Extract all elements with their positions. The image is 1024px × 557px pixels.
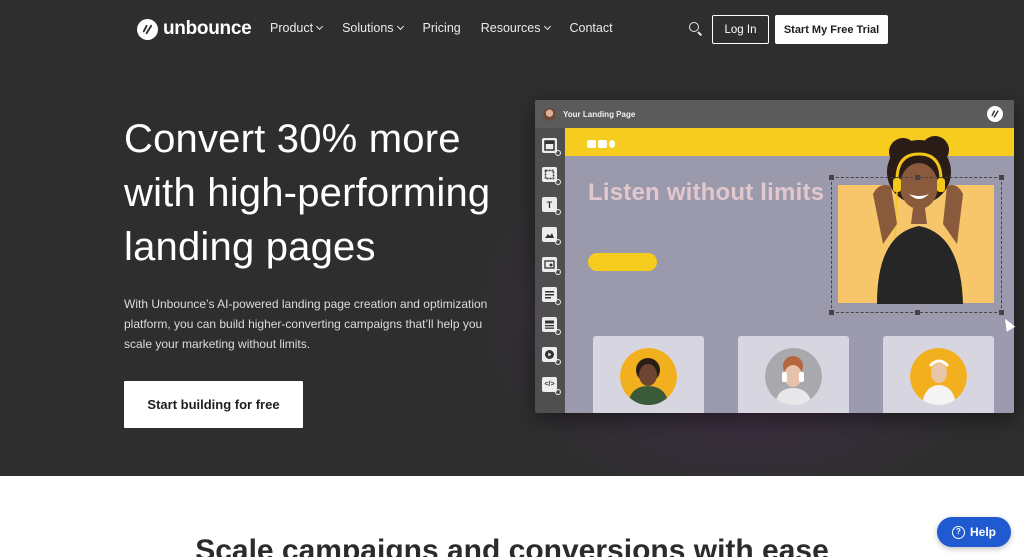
chevron-down-icon — [396, 22, 404, 31]
list-icon — [542, 317, 561, 335]
section-icon — [542, 138, 561, 156]
editor-mockup: Your Landing Page T </> Listen without l… — [535, 100, 1014, 413]
unbounce-logo-icon — [987, 106, 1003, 122]
nav-item-label: Product — [270, 21, 314, 35]
code-icon: </> — [542, 377, 561, 395]
text-icon: T — [542, 197, 561, 215]
nav-item-contact[interactable]: Contact — [570, 21, 613, 35]
nav-item-solutions[interactable]: Solutions — [342, 21, 404, 35]
list-item — [593, 336, 704, 413]
logo-mark-icon — [137, 18, 158, 40]
paragraph-icon — [542, 287, 561, 305]
help-button[interactable]: ? Help — [937, 517, 1011, 547]
chevron-down-icon — [543, 22, 551, 31]
box-icon — [542, 167, 561, 185]
video-icon — [542, 347, 561, 365]
chevron-down-icon — [316, 22, 324, 31]
main-nav: Product Solutions Pricing Resources Cont… — [270, 21, 613, 35]
avatar — [765, 348, 822, 405]
help-label: Help — [969, 525, 996, 539]
nav-item-product[interactable]: Product — [270, 21, 324, 35]
logo-text: unbounce — [163, 18, 252, 39]
nav-item-label: Contact — [569, 21, 613, 35]
avatar — [620, 348, 677, 405]
start-building-button[interactable]: Start building for free — [124, 381, 303, 428]
unbounce-logo[interactable]: unbounce — [137, 18, 252, 40]
editor-window-title: Your Landing Page — [563, 110, 636, 119]
list-item — [738, 336, 849, 413]
nav-item-pricing[interactable]: Pricing — [423, 21, 461, 35]
hero-section: unbounce Product Solutions Pricing Resou… — [0, 0, 1024, 476]
canvas-logo — [587, 140, 615, 148]
start-free-trial-button[interactable]: Start My Free Trial — [775, 15, 888, 44]
search-icon[interactable] — [689, 22, 703, 36]
section-title: Scale campaigns and conversions with eas… — [195, 534, 829, 557]
selection-box — [829, 175, 1004, 315]
avatar — [910, 348, 967, 405]
nav-item-label: Solutions — [342, 21, 394, 35]
image-icon — [542, 227, 561, 245]
form-icon — [542, 257, 561, 275]
canvas-cta-pill — [588, 253, 657, 271]
nav-item-label: Pricing — [422, 21, 461, 35]
card-row — [565, 318, 1014, 413]
canvas-headline: Listen without limits — [588, 179, 825, 206]
question-icon: ? — [951, 525, 965, 539]
list-item — [883, 336, 994, 413]
hero-headline: Convert 30% more with high-performing la… — [124, 117, 491, 269]
avatar — [543, 108, 556, 121]
nav-item-label: Resources — [480, 21, 541, 35]
nav-item-resources[interactable]: Resources — [480, 21, 551, 35]
login-button[interactable]: Log In — [712, 15, 769, 44]
editor-titlebar: Your Landing Page — [535, 100, 1014, 128]
hero-subtext: With Unbounce’s AI-powered landing page … — [124, 297, 488, 351]
editor-canvas: Listen without limits — [565, 128, 1014, 413]
editor-toolbar: T </> — [535, 128, 565, 413]
